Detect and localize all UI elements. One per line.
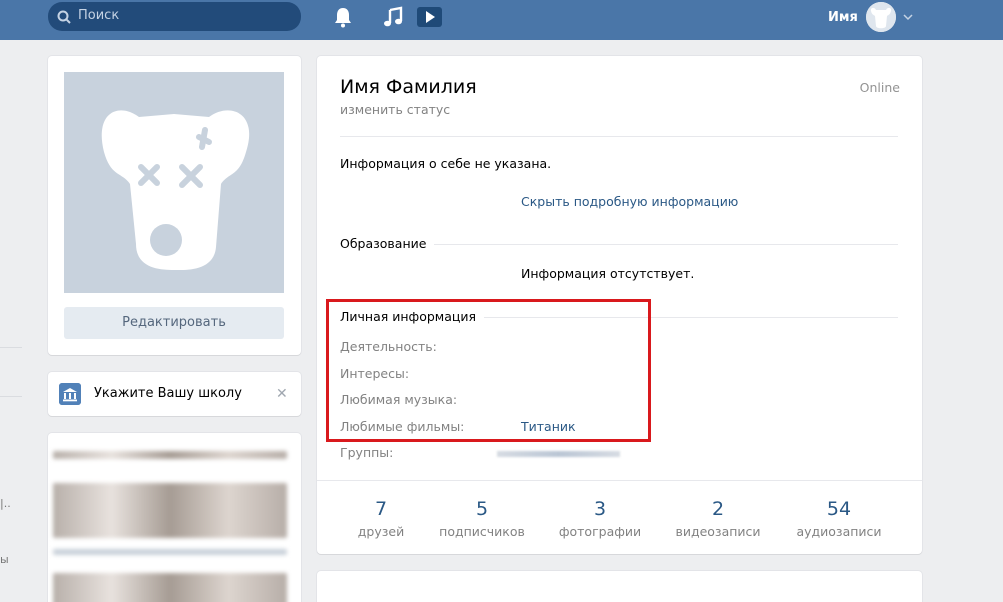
page-title: Имя Фамилия: [340, 76, 477, 98]
school-prompt-card[interactable]: Укажите Вашу школу ✕: [48, 372, 301, 416]
hide-details-link[interactable]: Скрыть подробную информацию: [521, 194, 738, 209]
counter-videos[interactable]: 2 видеозаписи: [669, 498, 767, 539]
edit-profile-button[interactable]: Редактировать: [64, 307, 284, 339]
counter-value: 54: [826, 498, 852, 520]
top-header: Поиск Имя: [0, 0, 1003, 40]
counter-audio[interactable]: 54 аудиозаписи: [791, 498, 887, 539]
blurred-groups-value: [497, 451, 620, 457]
counter-value: 2: [711, 498, 725, 520]
chevron-down-icon[interactable]: [903, 13, 913, 21]
edge-fragment: |..: [0, 497, 11, 510]
header-avatar[interactable]: [866, 2, 896, 32]
counter-friends[interactable]: 7 друзей: [349, 498, 413, 539]
dog-placeholder-icon: [64, 72, 284, 293]
counter-followers[interactable]: 5 подписчиков: [434, 498, 530, 539]
profile-counters: 7 друзей 5 подписчиков 3 фотографии 2 ви…: [317, 480, 922, 554]
close-icon[interactable]: ✕: [276, 386, 288, 402]
school-icon: [59, 383, 81, 405]
about-text: Информация о себе не указана.: [340, 156, 552, 171]
counter-photos[interactable]: 3 фотографии: [555, 498, 645, 539]
music-icon[interactable]: [383, 6, 403, 28]
education-value: Информация отсутствует.: [521, 266, 695, 281]
dog-avatar-icon: [866, 2, 896, 32]
counter-value: 5: [475, 498, 489, 520]
blurred-line: [53, 451, 287, 459]
counter-value: 3: [593, 498, 607, 520]
search-icon: [57, 10, 71, 24]
counter-label: видеозаписи: [675, 524, 761, 539]
counter-value: 7: [374, 498, 388, 520]
profile-photo[interactable]: [64, 72, 284, 293]
edge-fragment: ы: [0, 553, 9, 566]
bell-icon[interactable]: [333, 6, 353, 28]
header-user-name[interactable]: Имя: [828, 10, 858, 25]
counter-label: фотографии: [558, 524, 642, 539]
counter-label: друзей: [357, 524, 405, 539]
online-status: Online: [859, 80, 900, 95]
counter-label: подписчиков: [439, 524, 525, 539]
edge-divider: [0, 396, 22, 397]
blurred-line: [53, 549, 287, 555]
highlight-box: [326, 299, 651, 442]
search-box[interactable]: Поиск: [48, 2, 301, 31]
wall-card: [317, 571, 922, 602]
field-label-groups: Группы:: [340, 445, 394, 460]
blurred-image: [53, 573, 287, 602]
search-input[interactable]: Поиск: [78, 8, 119, 23]
edge-divider: [0, 347, 22, 348]
blurred-image: [53, 483, 287, 538]
education-section-title: Образование: [340, 236, 435, 251]
counter-label: аудиозаписи: [796, 524, 882, 539]
profile-photo-card: Редактировать: [48, 56, 301, 355]
video-icon[interactable]: [416, 6, 443, 28]
change-status-link[interactable]: изменить статус: [340, 102, 450, 117]
blurred-content-card: [48, 433, 301, 602]
divider: [340, 136, 898, 137]
school-prompt-label[interactable]: Укажите Вашу школу: [94, 386, 242, 401]
